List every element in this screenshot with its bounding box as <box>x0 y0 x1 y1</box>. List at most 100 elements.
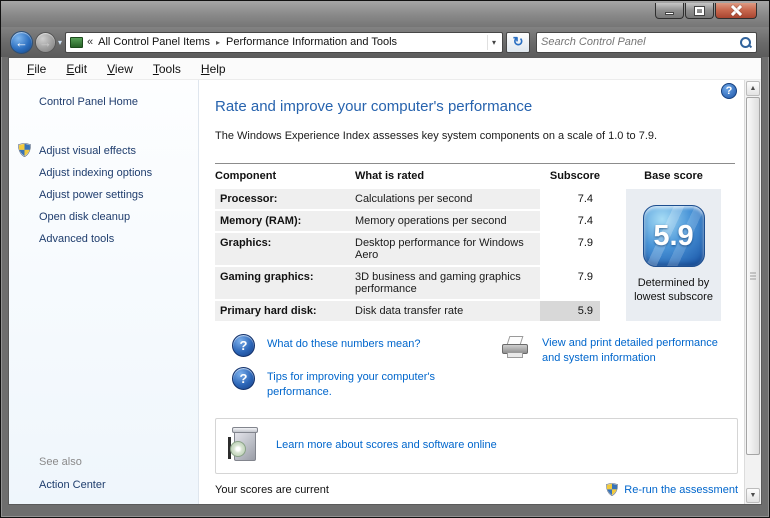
footer-row: Your scores are current Re-run the asses… <box>215 483 738 497</box>
base-score-panel: 5.9 Determined by lowest subscore <box>626 189 721 321</box>
main-content: ? Rate and improve your computer's perfo… <box>199 80 744 504</box>
sidebar-item-adjust-power-settings[interactable]: Adjust power settings <box>9 184 198 206</box>
what-is-rated: Desktop performance for Windows Aero <box>355 233 536 265</box>
sidebar-task-list: Adjust visual effects Adjust indexing op… <box>9 140 198 250</box>
breadcrumb-separator-icon[interactable]: ▸ <box>216 38 220 47</box>
menu-edit[interactable]: Edit <box>56 60 97 78</box>
sidebar-item-action-center[interactable]: Action Center <box>39 479 106 491</box>
back-arrow-icon: ← <box>15 36 28 49</box>
links-section: ? What do these numbers mean? ? Tips for… <box>215 334 735 410</box>
breadcrumb-all-control-panel-items[interactable]: All Control Panel Items <box>98 36 210 48</box>
what-is-rated: Calculations per second <box>355 189 536 209</box>
sidebar-item-label: Adjust visual effects <box>39 145 136 157</box>
printer-icon <box>500 336 532 362</box>
scroll-down-icon: ▼ <box>750 492 757 499</box>
scroll-down-button[interactable]: ▼ <box>746 488 760 503</box>
base-score-value: 5.9 <box>653 220 693 253</box>
menu-tools[interactable]: Tools <box>143 60 191 78</box>
minimize-icon <box>665 12 674 15</box>
table-row: Gaming graphics:3D business and gaming g… <box>215 267 600 299</box>
address-dropdown-icon[interactable]: ▾ <box>487 35 500 50</box>
subscore-value: 5.9 <box>540 301 600 321</box>
rerun-assessment[interactable]: Re-run the assessment <box>606 483 738 497</box>
scrollbar-grip-icon <box>750 273 756 280</box>
header-subscore: Subscore <box>540 170 600 182</box>
minimize-button[interactable] <box>655 3 684 19</box>
maximize-button[interactable] <box>685 3 714 19</box>
subscore-value: 7.4 <box>540 189 600 209</box>
sidebar-item-adjust-visual-effects[interactable]: Adjust visual effects <box>9 140 198 162</box>
what-is-rated: Disk data transfer rate <box>355 301 536 321</box>
link-learn-more-online[interactable]: Learn more about scores and software onl… <box>276 438 497 454</box>
scores-status-text: Your scores are current <box>215 484 329 496</box>
close-button[interactable] <box>715 3 757 19</box>
table-rows: Processor:Calculations per second 7.4 Me… <box>215 189 600 321</box>
link-view-print-details[interactable]: View and print detailed performance and … <box>542 336 735 410</box>
forward-button[interactable]: → <box>35 32 56 53</box>
maximize-icon <box>695 7 704 15</box>
back-button[interactable]: ← <box>10 31 33 54</box>
intro-text: The Windows Experience Index assesses ke… <box>215 130 715 142</box>
software-box-icon <box>228 427 262 465</box>
sidebar-item-control-panel-home[interactable]: Control Panel Home <box>39 96 198 108</box>
subscore-value: 7.9 <box>540 233 600 265</box>
menu-help[interactable]: Help <box>191 60 236 78</box>
component-name: Graphics: <box>215 233 355 265</box>
control-panel-icon <box>70 37 83 48</box>
breadcrumb-performance-information[interactable]: Performance Information and Tools <box>226 36 397 48</box>
table-row: Processor:Calculations per second 7.4 <box>215 189 600 209</box>
vertical-scrollbar[interactable]: ▲ ▼ <box>744 80 761 504</box>
link-what-do-numbers-mean[interactable]: What do these numbers mean? <box>267 337 420 357</box>
sidebar-item-label: Adjust indexing options <box>39 167 152 179</box>
what-is-rated: Memory operations per second <box>355 211 536 231</box>
refresh-button[interactable]: ↻ <box>506 32 530 53</box>
navigation-toolbar: ← → ▾ « All Control Panel Items ▸ Perfor… <box>1 27 769 57</box>
base-score-badge: 5.9 <box>643 205 705 267</box>
sidebar-item-label: Adjust power settings <box>39 189 144 201</box>
component-name: Gaming graphics: <box>215 267 355 299</box>
table-row: Primary hard disk:Disk data transfer rat… <box>215 301 600 321</box>
learn-more-box: Learn more about scores and software onl… <box>215 418 738 474</box>
help-icon[interactable]: ? <box>721 83 737 99</box>
search-icon[interactable] <box>739 36 752 49</box>
refresh-icon: ↻ <box>513 34 524 50</box>
wei-table: Component What is rated Subscore Base sc… <box>215 163 735 321</box>
search-input[interactable] <box>541 36 739 48</box>
see-also-heading: See also <box>39 456 82 468</box>
header-base-score: Base score <box>600 170 721 182</box>
menu-view[interactable]: View <box>97 60 143 78</box>
link-tips-improving-performance[interactable]: Tips for improving your computer's perfo… <box>267 370 482 400</box>
subscore-value: 7.9 <box>540 267 600 299</box>
window-controls <box>654 3 757 19</box>
breadcrumb-overflow-icon[interactable]: « <box>87 36 93 48</box>
scrollbar-thumb[interactable] <box>746 97 760 455</box>
address-bar[interactable]: « All Control Panel Items ▸ Performance … <box>65 32 503 53</box>
sidebar: Control Panel Home Adjust visual effects… <box>9 80 199 504</box>
question-icon: ? <box>232 334 255 357</box>
scroll-up-button[interactable]: ▲ <box>746 81 760 96</box>
recent-pages-dropdown[interactable]: ▾ <box>58 38 62 47</box>
link-rerun-assessment[interactable]: Re-run the assessment <box>624 484 738 496</box>
menu-file[interactable]: File <box>17 60 56 78</box>
component-name: Processor: <box>215 189 355 209</box>
subscore-value: 7.4 <box>540 211 600 231</box>
uac-shield-icon <box>18 143 31 157</box>
sidebar-item-advanced-tools[interactable]: Advanced tools <box>9 228 198 250</box>
page-title: Rate and improve your computer's perform… <box>215 98 744 115</box>
table-row: Graphics:Desktop performance for Windows… <box>215 233 600 265</box>
base-score-caption: Determined by lowest subscore <box>629 276 719 305</box>
question-icon: ? <box>232 367 255 390</box>
title-bar[interactable] <box>1 1 769 27</box>
sidebar-item-label: Open disk cleanup <box>39 211 130 223</box>
menu-bar: File Edit View Tools Help <box>9 58 761 80</box>
sidebar-item-adjust-indexing-options[interactable]: Adjust indexing options <box>9 162 198 184</box>
header-component: Component <box>215 170 355 182</box>
header-what-is-rated: What is rated <box>355 170 540 182</box>
close-icon <box>731 5 742 16</box>
search-box[interactable] <box>536 32 757 53</box>
explorer-window: ← → ▾ « All Control Panel Items ▸ Perfor… <box>0 0 770 518</box>
client-area: File Edit View Tools Help Control Panel … <box>8 57 762 505</box>
component-name: Memory (RAM): <box>215 211 355 231</box>
what-is-rated: 3D business and gaming graphics performa… <box>355 267 536 299</box>
sidebar-item-open-disk-cleanup[interactable]: Open disk cleanup <box>9 206 198 228</box>
